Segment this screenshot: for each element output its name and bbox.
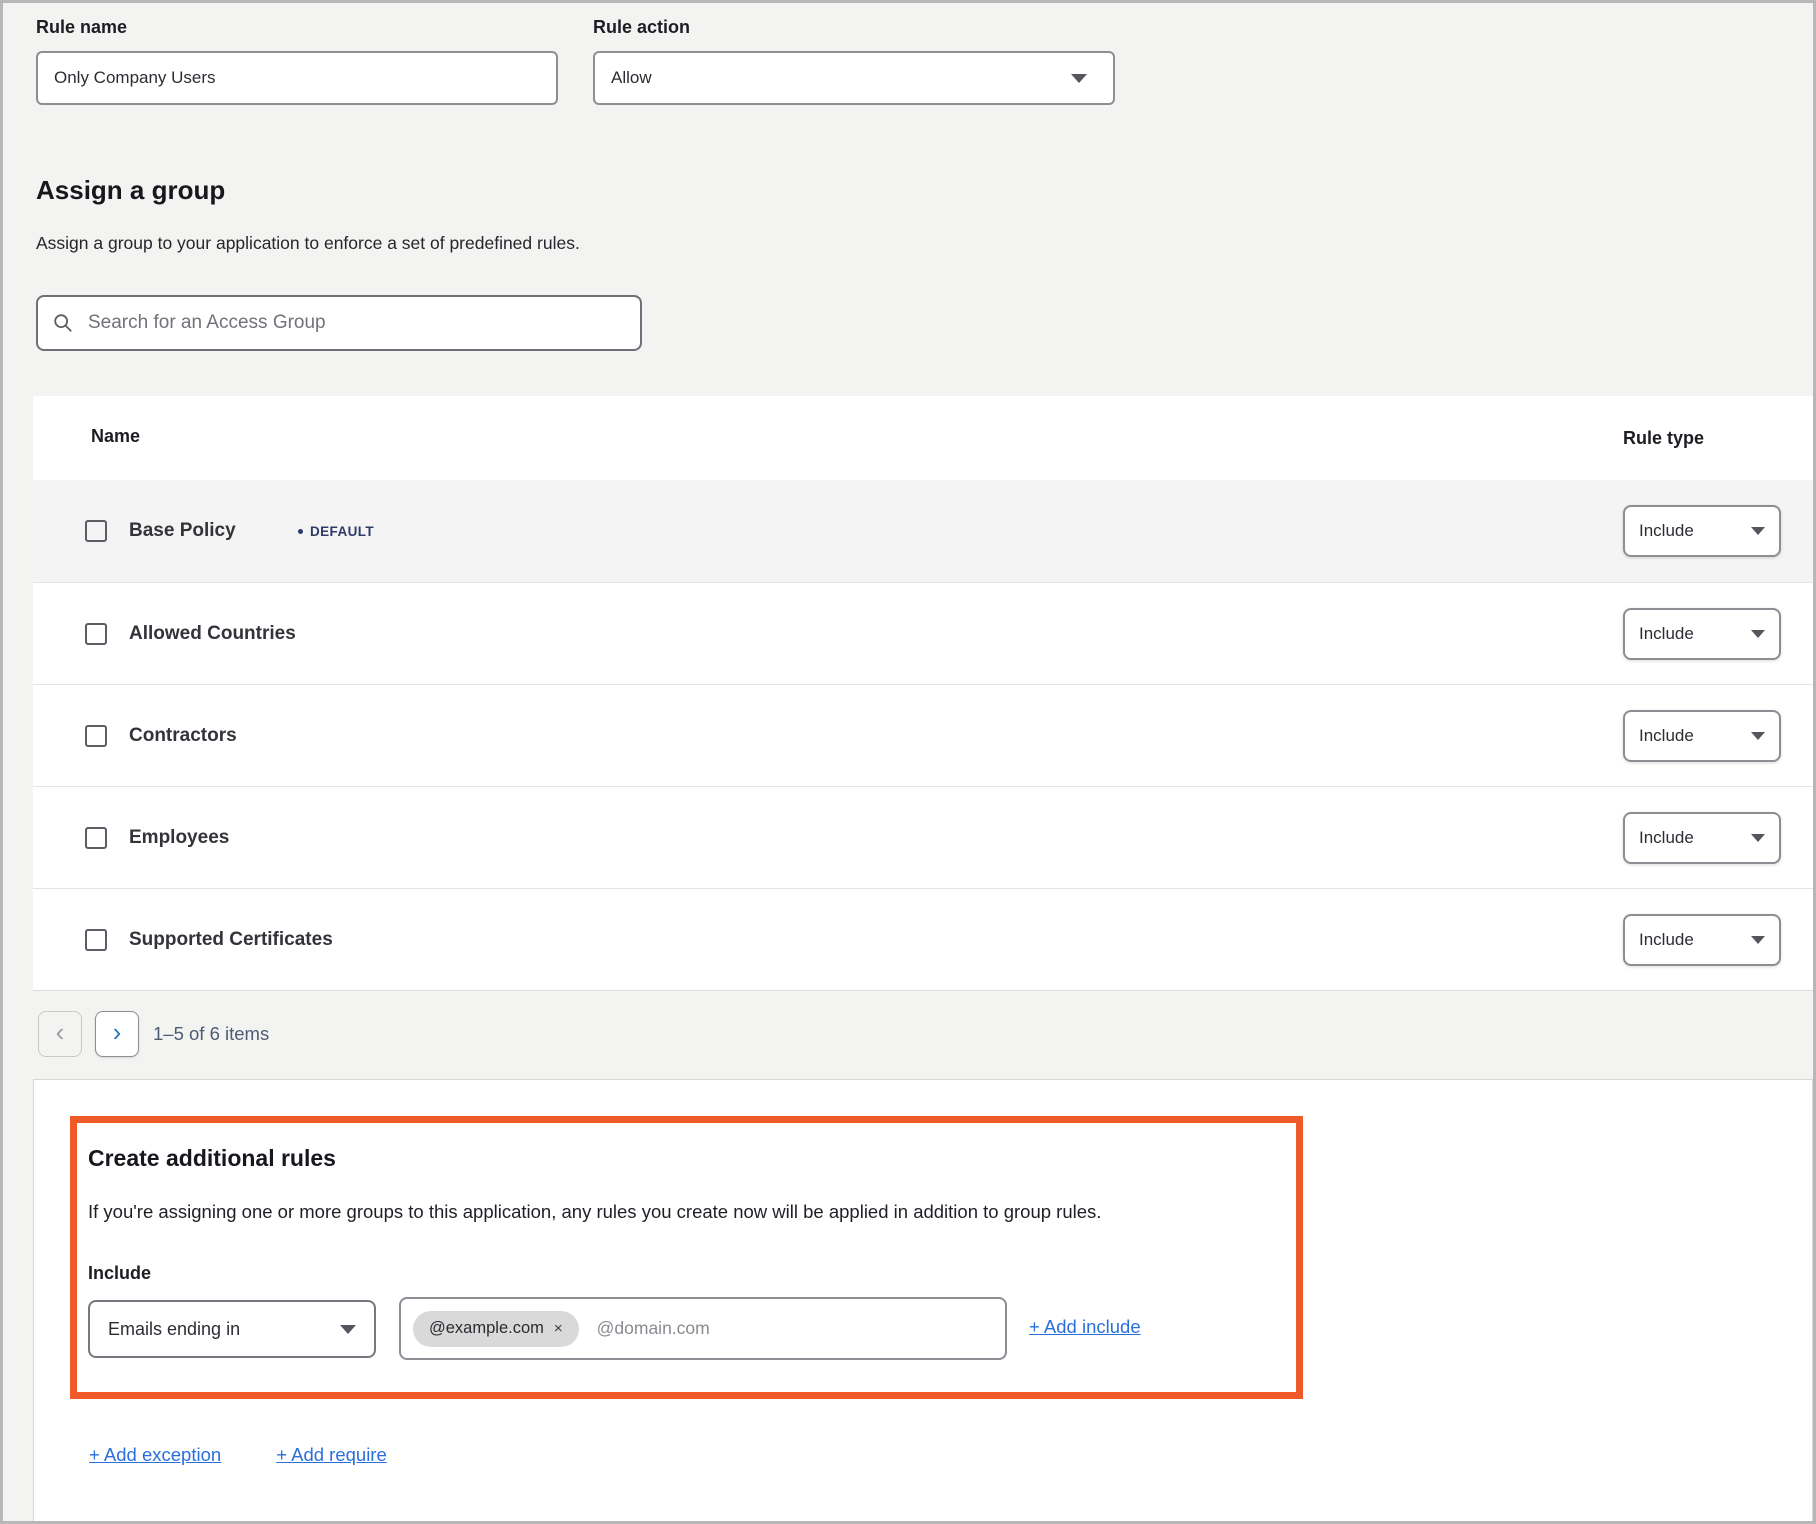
row-name: Allowed Countries [129,623,296,645]
rule-action-select[interactable]: Allow [593,51,1115,105]
additional-rules-heading: Create additional rules [88,1145,336,1172]
rule-action-value: Allow [611,68,652,88]
email-domain-input[interactable] [595,1317,993,1340]
add-require-link[interactable]: + Add require [276,1444,387,1466]
chevron-down-icon [1751,527,1765,535]
add-exception-link[interactable]: + Add exception [89,1444,221,1466]
row-checkbox[interactable] [85,929,107,951]
chevron-right-icon: › [113,1019,122,1045]
email-domain-input-wrapper[interactable]: @example.com × [399,1297,1007,1360]
table-row-employees: Employees Include [33,786,1813,888]
rule-type-value: Include [1639,521,1694,541]
name-column-header: Name [91,426,140,447]
default-badge-label: DEFAULT [310,524,374,539]
table-header: Name Rule type [33,396,1813,480]
default-badge: DEFAULT [298,524,374,539]
condition-select[interactable]: Emails ending in [88,1300,376,1358]
email-tag: @example.com × [413,1311,579,1347]
rule-action-label: Rule action [593,17,690,38]
row-checkbox[interactable] [85,520,107,542]
rule-type-select[interactable]: Include [1623,710,1781,762]
card-footer-links: + Add exception + Add require [89,1444,387,1466]
bullet-icon [298,529,303,534]
rule-type-select[interactable]: Include [1623,914,1781,966]
next-page-button[interactable]: › [95,1011,139,1057]
row-name: Base Policy [129,520,236,542]
pagination-status: 1–5 of 6 items [153,1023,269,1045]
chevron-down-icon [1751,732,1765,740]
highlight-outline: Create additional rules If you're assign… [70,1116,1303,1399]
assign-group-description: Assign a group to your application to en… [36,233,580,254]
chevron-down-icon [340,1325,356,1334]
rule-editor-page: Rule name Rule action Allow Assign a gro… [0,0,1816,1524]
chevron-down-icon [1751,834,1765,842]
chevron-left-icon: ‹ [56,1019,65,1045]
condition-value: Emails ending in [108,1319,240,1340]
row-checkbox[interactable] [85,725,107,747]
search-icon [52,312,74,334]
assign-group-heading: Assign a group [36,175,225,206]
access-group-table: Name Rule type Base Policy DEFAULT Inclu… [33,396,1813,991]
search-input[interactable] [86,311,626,335]
additional-rules-description: If you're assigning one or more groups t… [88,1201,1208,1223]
rule-type-select[interactable]: Include [1623,505,1781,557]
close-icon[interactable]: × [554,1321,563,1336]
additional-rules-card: Create additional rules If you're assign… [33,1079,1813,1524]
rule-type-value: Include [1639,828,1694,848]
rule-name-input[interactable] [36,51,558,105]
add-include-link[interactable]: + Add include [1029,1316,1141,1338]
email-tag-value: @example.com [429,1319,544,1338]
table-row-supported-certificates: Supported Certificates Include [33,888,1813,990]
row-name: Employees [129,827,229,849]
rule-type-value: Include [1639,726,1694,746]
access-group-search[interactable] [36,295,642,351]
row-name: Supported Certificates [129,929,333,951]
rule-type-column-header: Rule type [1623,428,1704,449]
previous-page-button[interactable]: ‹ [38,1011,82,1057]
include-label: Include [88,1263,151,1284]
row-checkbox[interactable] [85,827,107,849]
table-row-contractors: Contractors Include [33,684,1813,786]
table-row-allowed-countries: Allowed Countries Include [33,582,1813,684]
row-checkbox[interactable] [85,623,107,645]
rule-name-label: Rule name [36,17,127,38]
rule-type-value: Include [1639,624,1694,644]
row-name: Contractors [129,725,237,747]
chevron-down-icon [1751,936,1765,944]
chevron-down-icon [1071,74,1087,83]
table-row-base-policy: Base Policy DEFAULT Include [33,480,1813,582]
rule-type-select[interactable]: Include [1623,812,1781,864]
rule-type-select[interactable]: Include [1623,608,1781,660]
chevron-down-icon [1751,630,1765,638]
rule-type-value: Include [1639,930,1694,950]
